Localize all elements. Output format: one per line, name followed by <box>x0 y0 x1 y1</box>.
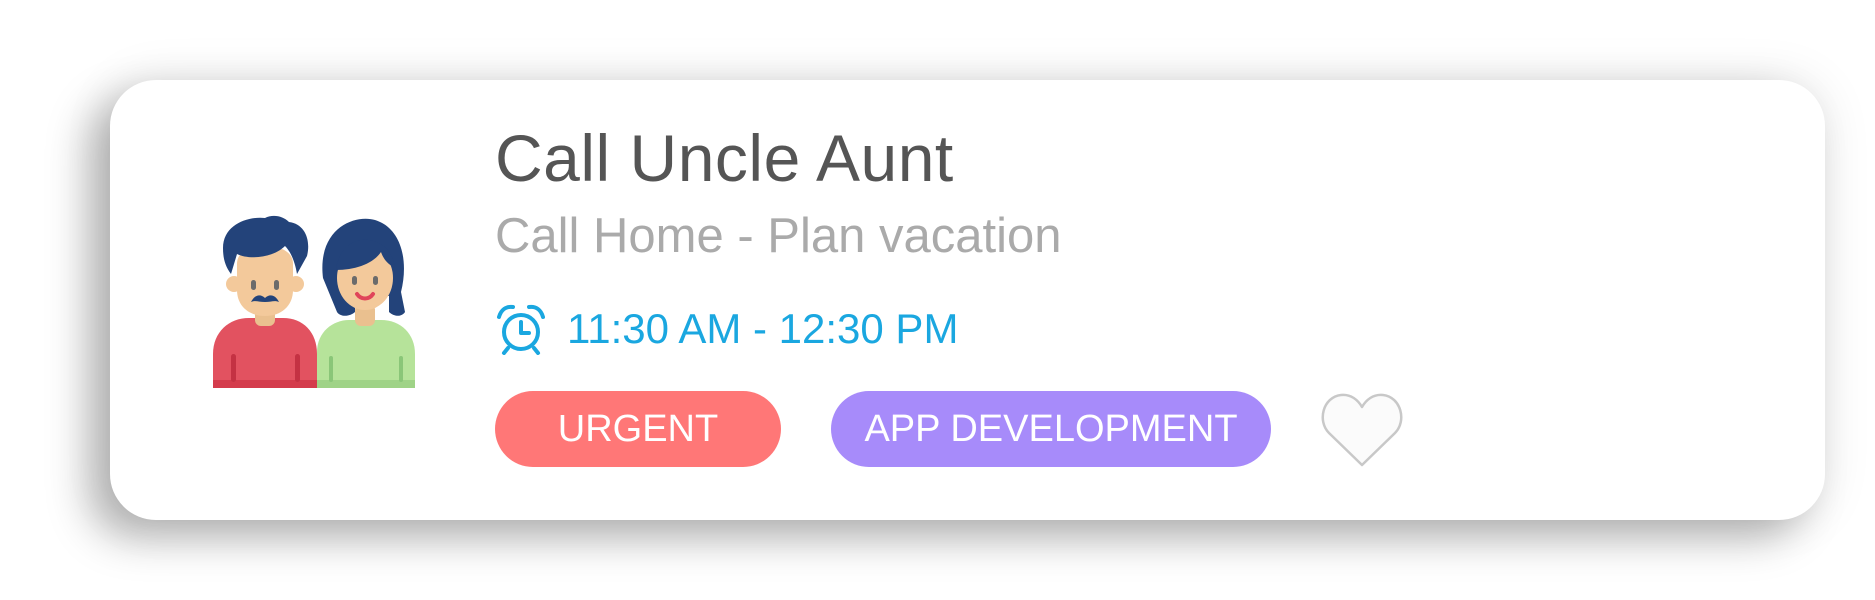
family-couple-icon <box>213 215 415 388</box>
task-content: Call Uncle Aunt Call Home - Plan vacatio… <box>495 118 1785 469</box>
tag-app-development[interactable]: APP DEVELOPMENT <box>831 391 1271 467</box>
page: Call Uncle Aunt Call Home - Plan vacatio… <box>0 0 1875 600</box>
task-time-range: 11:30 AM - 12:30 PM <box>567 305 959 352</box>
woman-figure <box>317 218 415 388</box>
man-figure <box>213 215 317 388</box>
tag-urgent[interactable]: URGENT <box>495 391 781 467</box>
task-tags: URGENT APP DEVELOPMENT <box>495 389 1785 469</box>
task-title: Call Uncle Aunt <box>495 121 954 195</box>
alarm-clock-icon <box>497 304 545 355</box>
task-card[interactable]: Call Uncle Aunt Call Home - Plan vacatio… <box>110 80 1825 520</box>
task-time-row: 11:30 AM - 12:30 PM <box>495 301 1785 357</box>
task-subtitle: Call Home - Plan vacation <box>495 209 1062 263</box>
heart-outline-icon[interactable] <box>1319 389 1405 469</box>
